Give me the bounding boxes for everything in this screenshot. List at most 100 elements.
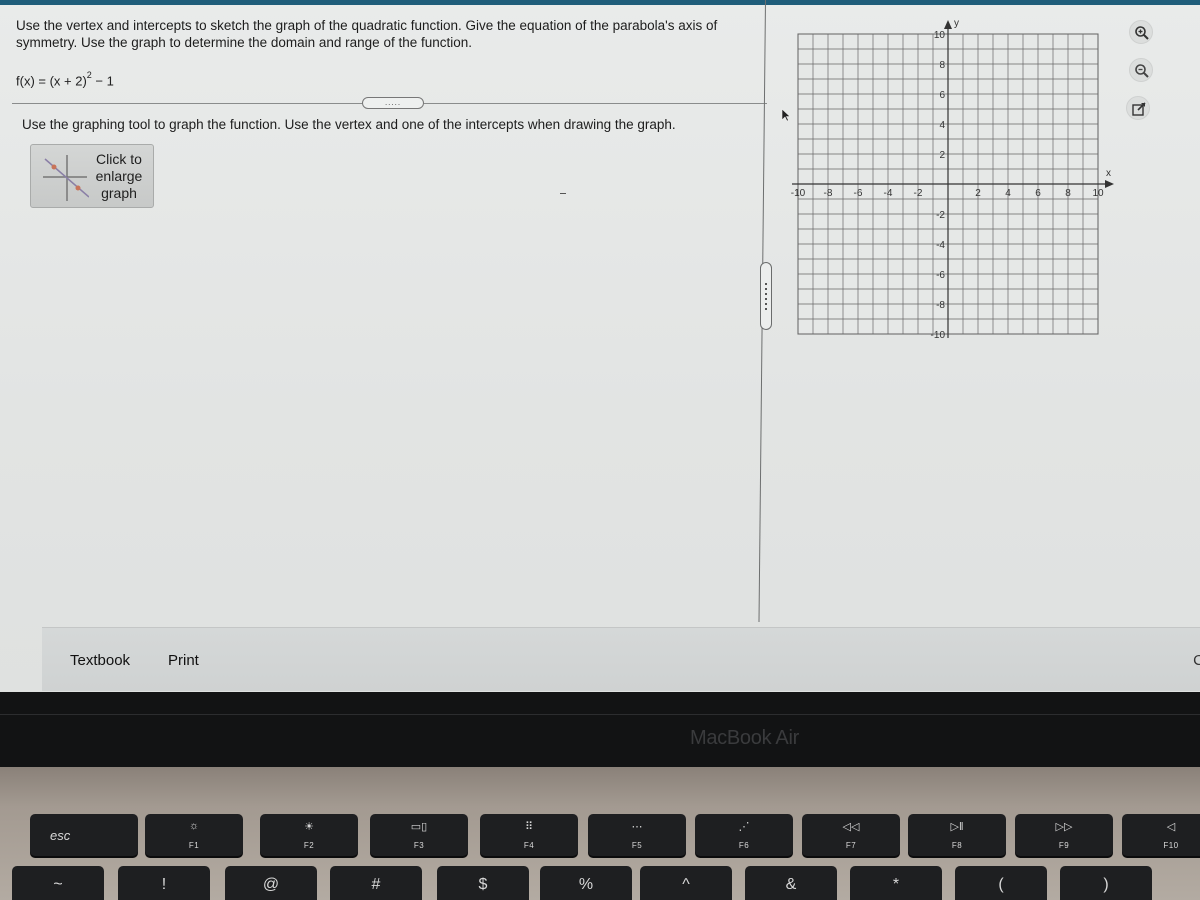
textbook-link[interactable]: Textbook bbox=[70, 652, 130, 669]
enlarge-graph-button[interactable]: Click to enlarge graph bbox=[30, 144, 154, 208]
key-label: F7 bbox=[845, 841, 857, 850]
graph-instruction: Use the graphing tool to graph the funct… bbox=[22, 117, 676, 132]
x-tick-label: 2 bbox=[975, 188, 981, 199]
x-tick-label: -4 bbox=[884, 188, 893, 199]
key-number-row[interactable]: ~ bbox=[12, 866, 104, 900]
y-tick-label: -4 bbox=[936, 240, 945, 251]
key-number-row[interactable]: % bbox=[540, 866, 632, 900]
popout-button[interactable] bbox=[1126, 96, 1150, 120]
key-glyph-icon: ▷‖ bbox=[950, 821, 964, 833]
key-symbol: & bbox=[785, 876, 797, 893]
key-symbol: ^ bbox=[682, 876, 690, 893]
function-rhs: − 1 bbox=[91, 73, 114, 89]
y-tick-label: 6 bbox=[939, 90, 945, 101]
y-tick-label: 10 bbox=[934, 30, 946, 41]
key-symbol: % bbox=[578, 876, 594, 893]
key-glyph-icon: ⠿ bbox=[524, 821, 534, 833]
enlarge-graph-label: Click to enlarge graph bbox=[95, 151, 143, 201]
key-number-row[interactable]: # bbox=[330, 866, 422, 900]
key-f3[interactable]: ▭▯ F3 bbox=[370, 814, 468, 856]
key-label: F4 bbox=[523, 841, 535, 850]
key-esc[interactable]: esc bbox=[30, 814, 138, 856]
x-tick-label: 10 bbox=[1092, 188, 1104, 199]
x-tick-label: -2 bbox=[914, 188, 923, 199]
key-number-row[interactable]: ) bbox=[1060, 866, 1152, 900]
y-tick-label: 8 bbox=[939, 60, 945, 71]
bottom-toolbar: Textbook Print C bbox=[42, 627, 1200, 691]
key-f7[interactable]: ◁◁ F7 bbox=[802, 814, 900, 856]
key-glyph-icon: ◁ bbox=[1166, 821, 1176, 833]
key-label: F1 bbox=[188, 841, 200, 850]
x-tick-label: 8 bbox=[1065, 188, 1071, 199]
key-symbol: # bbox=[371, 876, 381, 893]
laptop-bezel bbox=[0, 692, 1200, 767]
expand-collapse-toggle[interactable]: ..... bbox=[362, 97, 424, 109]
key-f5[interactable]: ⋯ F5 bbox=[588, 814, 686, 856]
y-tick-label: -6 bbox=[936, 270, 945, 281]
key-label: F6 bbox=[738, 841, 750, 850]
key-label: F10 bbox=[1163, 841, 1179, 850]
key-f6[interactable]: ⋰ F6 bbox=[695, 814, 793, 856]
x-tick-label: 4 bbox=[1005, 188, 1011, 199]
question-prompt: Use the vertex and intercepts to sketch … bbox=[16, 18, 718, 50]
key-symbol: ~ bbox=[53, 876, 63, 893]
top-accent-bar bbox=[0, 0, 1200, 5]
key-f2[interactable]: ☀ F2 bbox=[260, 814, 358, 856]
key-glyph-icon: ☼ bbox=[188, 820, 200, 832]
y-axis-arrow-icon bbox=[944, 20, 952, 29]
key-number-row[interactable]: @ bbox=[225, 866, 317, 900]
pane-splitter-handle[interactable] bbox=[760, 262, 772, 330]
bezel-separator bbox=[0, 714, 1200, 715]
zoom-in-button[interactable] bbox=[1129, 20, 1153, 44]
key-glyph-icon: ⋯ bbox=[631, 821, 643, 833]
key-symbol: ) bbox=[1103, 876, 1109, 893]
browser-screen: Use the vertex and intercepts to sketch … bbox=[0, 0, 1200, 692]
key-number-row[interactable]: ^ bbox=[640, 866, 732, 900]
stray-mark bbox=[560, 193, 566, 194]
key-glyph-icon: ◁◁ bbox=[842, 821, 860, 833]
graph-thumbnail-icon bbox=[43, 155, 89, 201]
coordinate-graph[interactable]: x y -10 -8 -6 -4 -2 2 4 6 8 10 10 8 6 4 2 -2 -4 -6 -8 -10 bbox=[784, 18, 1124, 348]
print-link[interactable]: Print bbox=[168, 652, 199, 669]
x-tick-label: 6 bbox=[1035, 188, 1041, 199]
grip-dots-icon bbox=[765, 283, 767, 311]
key-number-row[interactable]: $ bbox=[437, 866, 529, 900]
x-tick-label: -10 bbox=[791, 188, 806, 199]
key-number-row[interactable]: ! bbox=[118, 866, 210, 900]
key-f9[interactable]: ▷▷ F9 bbox=[1015, 814, 1113, 856]
key-f10[interactable]: ◁ F10 bbox=[1122, 814, 1200, 856]
key-f4[interactable]: ⠿ F4 bbox=[480, 814, 578, 856]
key-symbol: ! bbox=[161, 876, 167, 893]
y-tick-label: -8 bbox=[936, 300, 945, 311]
key-label: F5 bbox=[631, 841, 643, 850]
y-tick-label: 2 bbox=[939, 150, 945, 161]
graph-svg[interactable]: x y -10 -8 -6 -4 -2 2 4 6 8 10 10 8 6 4 2 -2 -4 -6 -8 -10 bbox=[784, 18, 1124, 348]
y-tick-label: 4 bbox=[939, 120, 945, 131]
function-lhs: f(x) = (x + 2) bbox=[16, 73, 87, 89]
zoom-out-icon bbox=[1135, 64, 1149, 78]
x-tick-label: -6 bbox=[854, 188, 863, 199]
x-axis-label: x bbox=[1106, 168, 1111, 179]
key-f1[interactable]: ☼ F1 bbox=[145, 814, 243, 856]
zoom-out-button[interactable] bbox=[1129, 58, 1153, 82]
open-external-icon bbox=[1132, 102, 1146, 116]
key-glyph-icon: ▭▯ bbox=[410, 821, 428, 833]
key-symbol: * bbox=[892, 876, 900, 893]
key-label: F8 bbox=[951, 841, 963, 850]
key-label: F9 bbox=[1058, 841, 1070, 850]
cut-off-link[interactable]: C bbox=[1193, 652, 1200, 669]
key-number-row[interactable]: * bbox=[850, 866, 942, 900]
zoom-in-icon bbox=[1135, 26, 1149, 40]
key-symbol: @ bbox=[262, 876, 280, 893]
key-number-row[interactable]: ( bbox=[955, 866, 1047, 900]
key-label: F2 bbox=[303, 841, 315, 850]
key-glyph-icon: ⋰ bbox=[738, 821, 750, 833]
key-symbol: ( bbox=[998, 876, 1004, 893]
function-exponent: 2 bbox=[86, 70, 92, 80]
x-axis-arrow-icon bbox=[1105, 180, 1114, 188]
device-brand: MacBook Air bbox=[690, 727, 799, 749]
key-number-row[interactable]: & bbox=[745, 866, 837, 900]
key-glyph-icon: ☀ bbox=[304, 821, 314, 833]
key-f8[interactable]: ▷‖ F8 bbox=[908, 814, 1006, 856]
key-glyph-icon: ▷▷ bbox=[1055, 821, 1073, 833]
